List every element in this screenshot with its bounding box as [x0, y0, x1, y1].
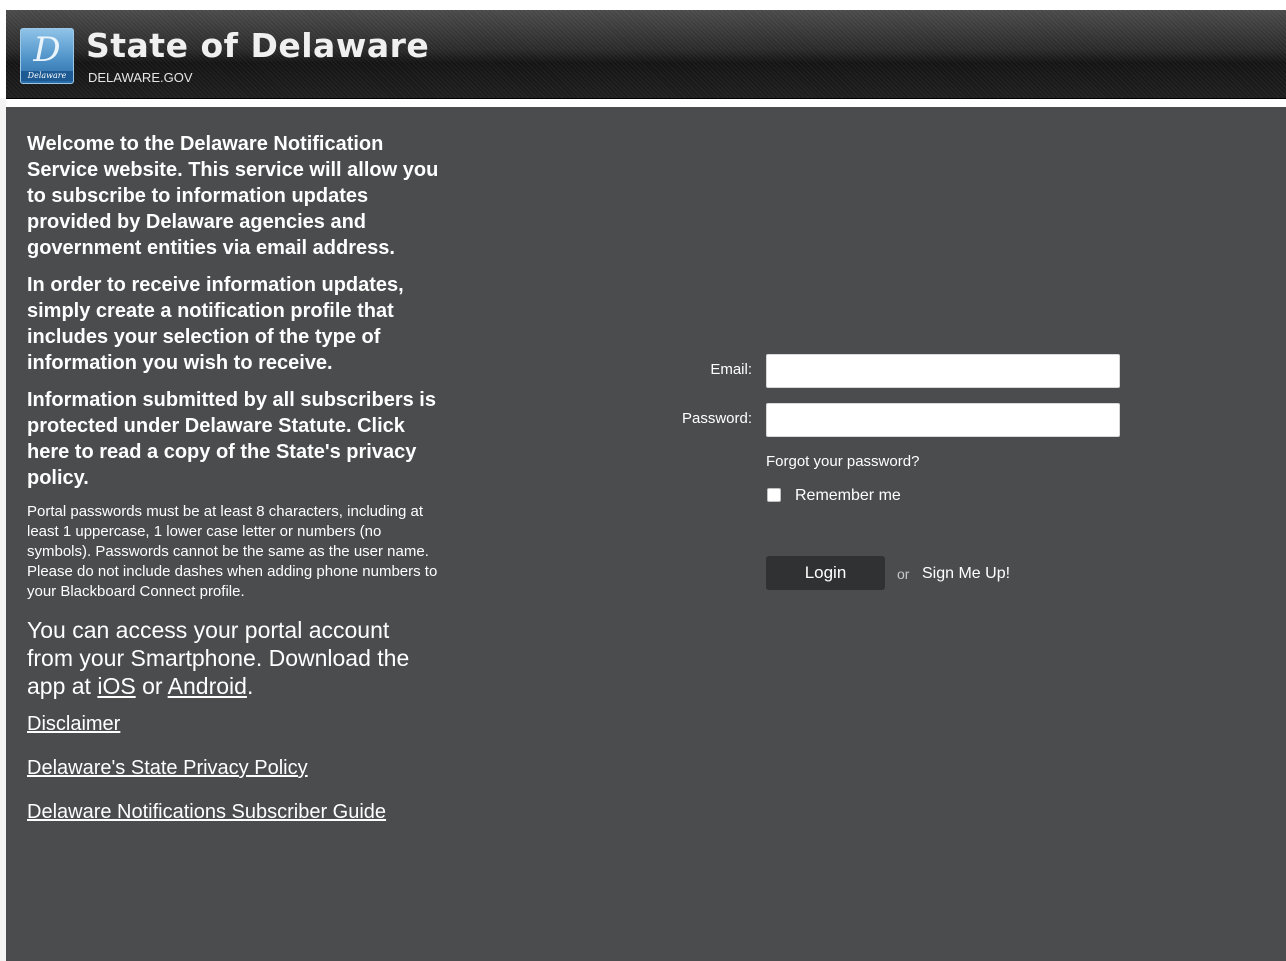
- site-title[interactable]: State of Delaware: [86, 26, 429, 66]
- app-download-text: You can access your portal account from …: [27, 616, 439, 700]
- main-panel: Welcome to the Delaware Notification Ser…: [6, 107, 1286, 961]
- email-field[interactable]: [766, 354, 1120, 388]
- ios-link[interactable]: iOS: [97, 673, 135, 699]
- privacy-policy-link[interactable]: Delaware's State Privacy Policy: [27, 755, 439, 781]
- remember-me-checkbox[interactable]: [767, 488, 781, 502]
- login-button[interactable]: Login: [766, 556, 885, 590]
- remember-me-label[interactable]: Remember me: [795, 487, 901, 505]
- welcome-text: Welcome to the Delaware Notification Ser…: [27, 133, 439, 259]
- app-download-suffix: .: [246, 673, 254, 699]
- app-download-or: or: [135, 673, 168, 699]
- password-label: Password:: [681, 410, 752, 427]
- forgot-password-link[interactable]: Forgot your password?: [766, 453, 919, 470]
- top-strip: [0, 0, 1286, 10]
- instructions-text: In order to receive information updates,…: [27, 274, 404, 374]
- delaware-seal-icon: D: [33, 30, 61, 70]
- sign-up-link[interactable]: Sign Me Up!: [922, 565, 1010, 583]
- site-header: D Delaware State of Delaware DELAWARE.GO…: [6, 10, 1286, 99]
- email-label: Email:: [710, 361, 752, 378]
- password-field[interactable]: [766, 403, 1120, 437]
- disclaimer-link[interactable]: Disclaimer: [27, 711, 439, 737]
- subscriber-guide-link[interactable]: Delaware Notifications Subscriber Guide: [27, 799, 439, 825]
- delaware-logo[interactable]: D Delaware: [20, 28, 74, 84]
- logo-caption: Delaware: [21, 71, 73, 81]
- site-subtitle[interactable]: DELAWARE.GOV: [88, 70, 193, 86]
- info-column: Welcome to the Delaware Notification Ser…: [27, 131, 439, 843]
- password-rules-text: Portal passwords must be at least 8 char…: [27, 503, 438, 600]
- privacy-notice-text[interactable]: Information submitted by all subscribers…: [27, 387, 439, 491]
- android-link[interactable]: Android: [168, 673, 247, 699]
- or-separator: or: [897, 566, 910, 582]
